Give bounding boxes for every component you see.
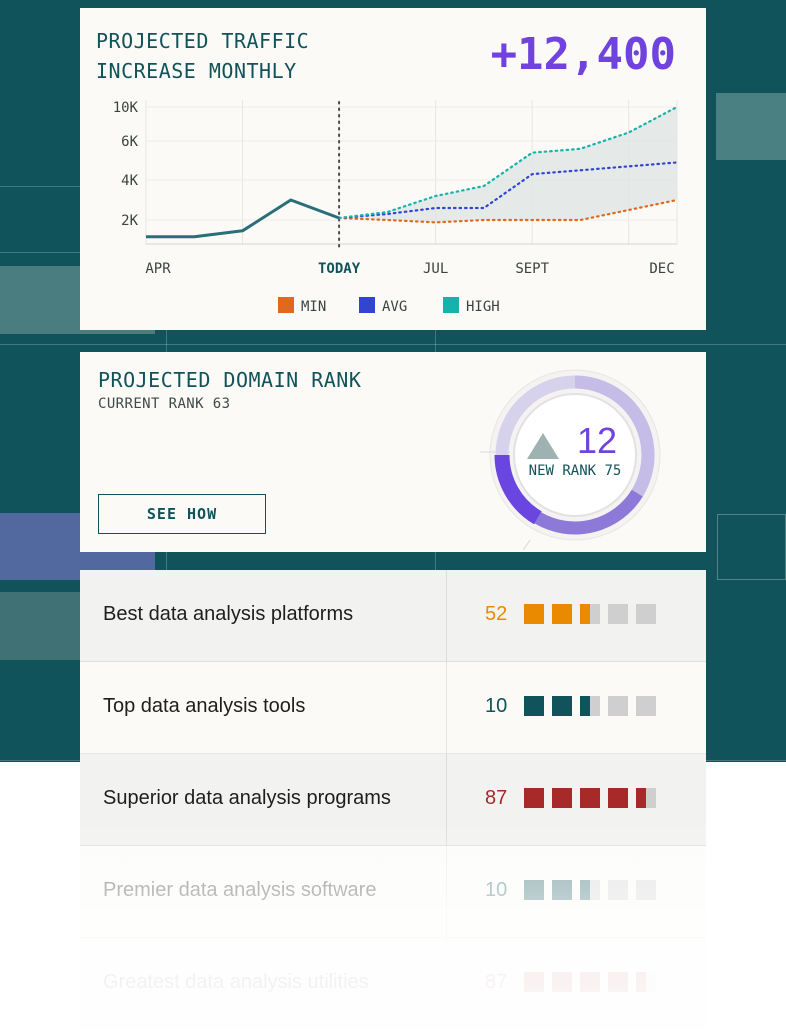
domain-rank-card: PROJECTED DOMAIN RANK CURRENT RANK 63 SE…: [80, 352, 706, 552]
difficulty-bar: [580, 972, 600, 992]
difficulty-bar: [552, 880, 572, 900]
legend-label: HIGH: [466, 299, 500, 315]
difficulty-bar: [636, 788, 656, 808]
background-grid-line: [166, 330, 167, 352]
see-how-button[interactable]: SEE HOW: [98, 494, 266, 534]
keyword-score: 10: [485, 879, 508, 901]
keyword-score: 87: [485, 971, 508, 993]
difficulty-bars: [524, 696, 656, 716]
x-tick-label: DEC: [649, 261, 674, 277]
difficulty-bar: [636, 696, 656, 716]
background-grid-line: [435, 330, 436, 352]
x-tick-label: JUL: [423, 261, 448, 277]
background-grid-line: [435, 552, 436, 570]
difficulty-bars: [524, 788, 656, 808]
background-grid-line: [0, 186, 80, 187]
x-tick-label: SEPT: [515, 261, 549, 277]
current-rank: CURRENT RANK 63: [98, 396, 231, 412]
y-tick-label: 10K: [113, 100, 139, 116]
keyword-label: Greatest data analysis utilities: [103, 971, 369, 993]
new-rank-label: NEW RANK 75: [529, 463, 622, 479]
keyword-row[interactable]: Greatest data analysis utilities 87: [80, 938, 706, 1030]
legend-swatch-avg: [359, 297, 375, 313]
keyword-label: Top data analysis tools: [103, 695, 306, 717]
gauge-leader-line: [522, 539, 531, 550]
keyword-score: 52: [485, 603, 508, 625]
legend-label: MIN: [301, 299, 326, 315]
keyword-score: 10: [485, 695, 508, 717]
difficulty-bars: [524, 604, 656, 624]
difficulty-bar: [524, 880, 544, 900]
forecast-band: [339, 107, 677, 223]
difficulty-bar: [552, 696, 572, 716]
keyword-label: Superior data analysis programs: [103, 787, 391, 809]
traffic-chart: 10K 6K 4K 2K APR TODAY JUL SEPT DEC MIN AVG HIGH: [113, 100, 679, 315]
background-grid-line: [0, 252, 80, 253]
legend-label: AVG: [382, 299, 407, 315]
legend-swatch-high: [443, 297, 459, 313]
difficulty-bar: [552, 972, 572, 992]
difficulty-bar: [524, 604, 544, 624]
rank-gauge: 12 NEW RANK 75: [480, 369, 661, 550]
column-divider: [446, 570, 447, 661]
difficulty-bar: [580, 696, 600, 716]
difficulty-bar: [636, 880, 656, 900]
difficulty-bar: [580, 880, 600, 900]
keyword-label: Best data analysis platforms: [103, 603, 354, 625]
x-tick-label: APR: [145, 261, 171, 277]
difficulty-bar: [580, 604, 600, 624]
difficulty-bars: [524, 880, 656, 900]
difficulty-bar: [636, 604, 656, 624]
x-tick-label: TODAY: [318, 261, 361, 277]
keyword-row[interactable]: Best data analysis platforms 52: [80, 570, 706, 662]
y-tick-label: 2K: [121, 213, 138, 229]
background-block: [716, 93, 786, 160]
background-block: [0, 592, 80, 660]
difficulty-bar: [608, 972, 628, 992]
difficulty-bar: [552, 604, 572, 624]
difficulty-bar: [608, 604, 628, 624]
y-tick-label: 4K: [121, 173, 138, 189]
keyword-row[interactable]: Top data analysis tools 10: [80, 662, 706, 754]
difficulty-bar: [552, 788, 572, 808]
column-divider: [446, 662, 447, 753]
column-divider: [446, 846, 447, 937]
keyword-list: Best data analysis platforms 52 Top data a…: [80, 570, 706, 1030]
rank-title: PROJECTED DOMAIN RANK: [98, 368, 362, 392]
difficulty-bars: [524, 972, 656, 992]
difficulty-bar: [524, 972, 544, 992]
background-block: [717, 514, 786, 580]
rank-delta: 12: [577, 420, 617, 461]
column-divider: [446, 754, 447, 845]
background-grid-line: [0, 344, 786, 345]
background-grid-line: [166, 552, 167, 570]
keyword-label: Premier data analysis software: [103, 879, 377, 901]
difficulty-bar: [608, 788, 628, 808]
keyword-row[interactable]: Premier data analysis software 10: [80, 846, 706, 938]
traffic-card: PROJECTED TRAFFIC INCREASE MONTHLY +12,4…: [80, 8, 706, 330]
difficulty-bar: [608, 880, 628, 900]
column-divider: [446, 938, 447, 1029]
keyword-score: 87: [485, 787, 508, 809]
y-tick-label: 6K: [121, 134, 138, 150]
keyword-row[interactable]: Superior data analysis programs 87: [80, 754, 706, 846]
legend-swatch-min: [278, 297, 294, 313]
difficulty-bar: [580, 788, 600, 808]
difficulty-bar: [608, 696, 628, 716]
difficulty-bar: [636, 972, 656, 992]
difficulty-bar: [524, 788, 544, 808]
difficulty-bar: [524, 696, 544, 716]
